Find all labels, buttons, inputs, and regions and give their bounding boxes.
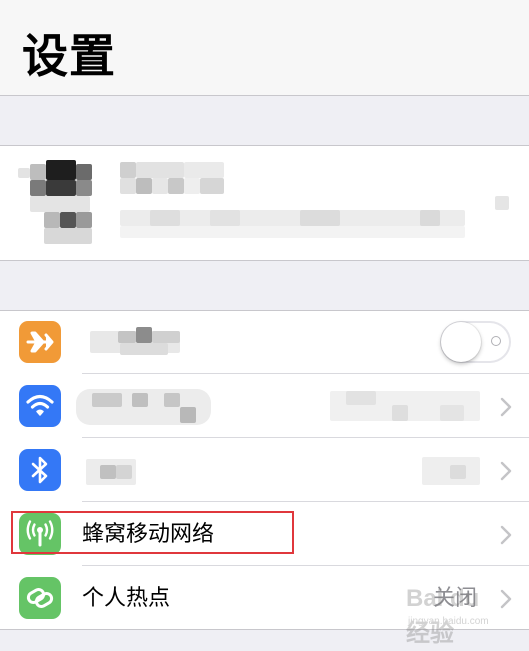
toggle-off-indicator xyxy=(491,336,501,346)
row-divider xyxy=(82,565,529,566)
row-divider xyxy=(82,373,529,374)
bluetooth-row[interactable] xyxy=(0,439,529,502)
baidu-jingyan-watermark: Bai du 经验 jingyan.baidu.com xyxy=(406,585,506,647)
row-divider xyxy=(82,501,529,502)
hotspot-link-icon xyxy=(19,577,61,619)
wifi-icon xyxy=(19,385,61,427)
chevron-right-icon xyxy=(500,397,512,417)
navigation-bar: 设置 xyxy=(0,0,529,96)
connectivity-settings-group: 蜂窝移动网络 个人热点 关闭 xyxy=(0,310,529,630)
watermark-url: jingyan.baidu.com xyxy=(408,616,489,627)
highlight-annotation-box xyxy=(11,511,294,554)
bluetooth-icon xyxy=(19,449,61,491)
toggle-knob xyxy=(441,322,481,362)
page-title: 设置 xyxy=(22,29,116,83)
airplane-mode-toggle[interactable] xyxy=(440,321,511,363)
wifi-row[interactable] xyxy=(0,375,529,438)
row-divider xyxy=(82,437,529,438)
airplane-icon xyxy=(19,321,61,363)
airplane-mode-row[interactable] xyxy=(0,311,529,374)
hotspot-label: 个人热点 xyxy=(82,586,171,611)
chevron-right-icon xyxy=(500,525,512,545)
apple-id-profile-card[interactable] xyxy=(0,145,529,261)
chevron-right-icon xyxy=(500,461,512,481)
